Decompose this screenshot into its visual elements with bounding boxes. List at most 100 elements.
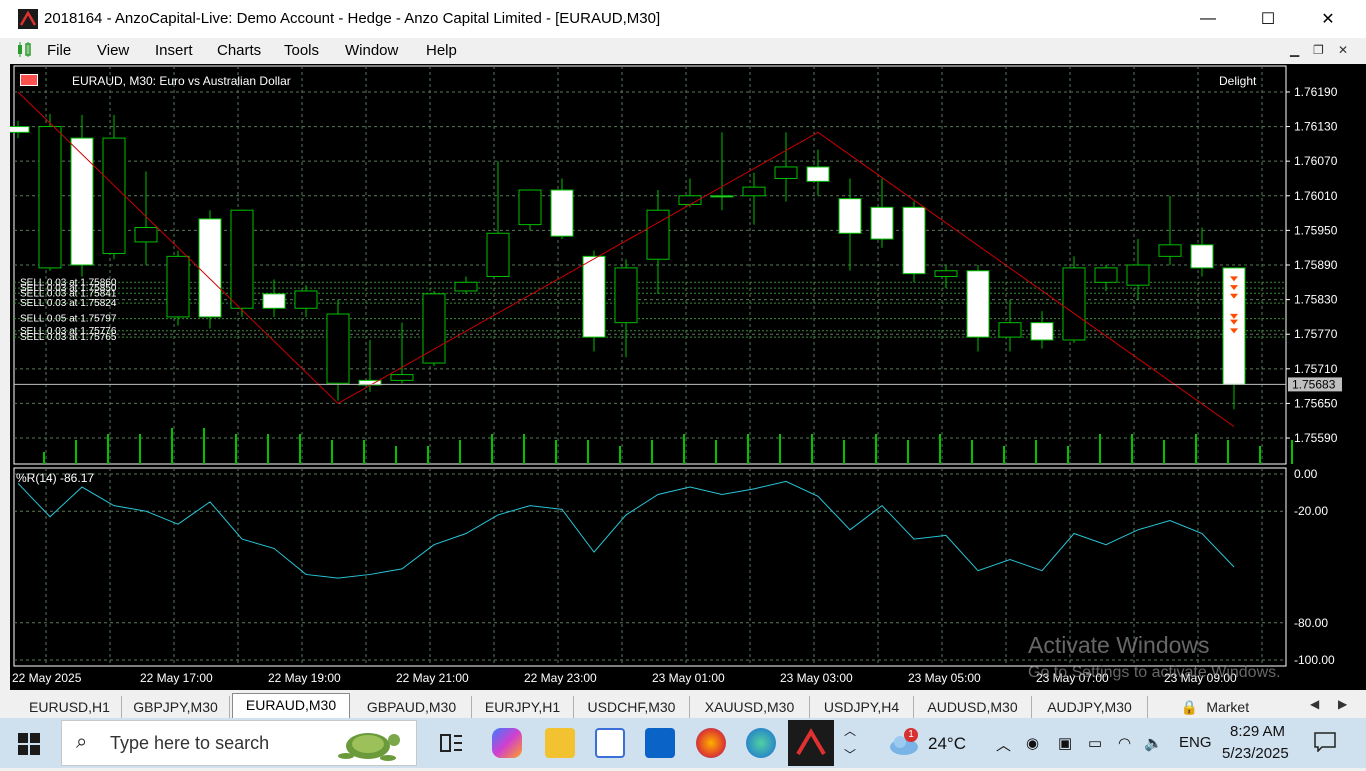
bullish-candle	[742, 186, 766, 197]
menu-charts[interactable]: Charts	[217, 42, 261, 59]
menu-help[interactable]: Help	[426, 42, 457, 59]
time-axis-label: 22 May 23:00	[524, 671, 597, 685]
bearish-candle	[70, 137, 94, 266]
maximize-button[interactable]: ☐	[1238, 0, 1298, 38]
menu-insert[interactable]: Insert	[155, 42, 193, 59]
expert-advisor-label: Delight	[1219, 74, 1257, 88]
title-bar: 2018164 - AnzoCapital-Live: Demo Account…	[0, 0, 1366, 38]
edge-icon[interactable]	[746, 728, 776, 758]
tab-xauusd-m30[interactable]: XAUUSD,M30	[690, 696, 810, 718]
bullish-candle	[1062, 267, 1086, 341]
bearish-candle	[198, 218, 222, 318]
task-view-icon[interactable]	[436, 728, 466, 758]
price-tick-label: 1.76010	[1294, 189, 1338, 203]
chart-type-icon	[20, 74, 38, 86]
bullish-candle	[1094, 267, 1118, 283]
chart-canvas[interactable]: 1.76190 1.76130 1.76070 1.76010 1.75950 1.758…	[6, 64, 1366, 690]
bullish-candle	[38, 126, 62, 269]
time-axis-label: 22 May 17:00	[140, 671, 213, 685]
tray-meet-icon[interactable]: ▣	[1058, 734, 1072, 752]
tab-market[interactable]: 🔒 Market	[1160, 696, 1270, 718]
battery-icon[interactable]: ▭	[1088, 734, 1102, 752]
minimize-button[interactable]: —	[1178, 0, 1238, 38]
menu-file[interactable]: File	[47, 42, 71, 59]
tab-gbpaud-m30[interactable]: GBPAUD,M30	[352, 696, 472, 718]
time-axis-label: 23 May 01:00	[652, 671, 725, 685]
copilot-icon[interactable]	[492, 728, 522, 758]
price-tick-label: 1.75650	[1294, 396, 1338, 410]
tray-security-icon[interactable]: ◉	[1026, 734, 1039, 752]
menu-tools[interactable]: Tools	[284, 42, 319, 59]
lock-icon: 🔒	[1180, 699, 1199, 715]
taskbar-overflow-up-icon[interactable]: ︿	[844, 722, 856, 739]
bullish-candle	[230, 209, 254, 309]
indicator-label: %R(14) -86.17	[16, 471, 94, 485]
tab-market-label: Market	[1206, 699, 1250, 715]
clock-time[interactable]: 8:29 AM	[1230, 723, 1285, 740]
tab-gbpjpy-m30[interactable]: GBPJPY,M30	[122, 696, 230, 718]
file-explorer-icon[interactable]	[545, 728, 575, 758]
price-tick-label: 1.76190	[1294, 85, 1338, 99]
bullish-candle	[1126, 264, 1150, 286]
bullish-candle	[518, 189, 542, 226]
taskbar-overflow-down-icon[interactable]: ﹀	[844, 746, 856, 763]
tab-usdjpy-h4[interactable]: USDJPY,H4	[810, 696, 914, 718]
chart-close-icon[interactable]: ✕	[1338, 43, 1348, 57]
weather-temperature[interactable]: 24°C	[928, 734, 966, 754]
firefox-icon[interactable]	[696, 728, 726, 758]
metatrader-taskbar-icon[interactable]	[788, 720, 834, 766]
order-label: SELL 0.03 at 1.75824	[20, 298, 117, 309]
chart-window[interactable]: 1.76190 1.76130 1.76070 1.76010 1.75950 1.758…	[6, 64, 1366, 690]
language-indicator[interactable]: ENG	[1179, 734, 1212, 751]
bullish-candle	[294, 290, 318, 309]
search-icon: ⌕	[76, 731, 88, 753]
activation-watermark-subtitle: Go to Settings to activate Windows.	[1028, 664, 1281, 681]
tab-eurusd-h1[interactable]: EURUSD,H1	[18, 696, 122, 718]
outlook-icon[interactable]	[645, 728, 675, 758]
bearish-candle	[262, 293, 286, 309]
bullish-candle	[454, 281, 478, 292]
bullish-candle	[326, 313, 350, 384]
time-axis-label: 23 May 03:00	[780, 671, 853, 685]
tabs-scroll-left-icon[interactable]: ◀	[1310, 697, 1319, 711]
bullish-candle	[646, 209, 670, 260]
notifications-icon[interactable]	[1314, 732, 1336, 753]
activation-watermark-title: Activate Windows	[1028, 632, 1210, 658]
microsoft-store-icon[interactable]	[595, 728, 625, 758]
time-axis-label: 22 May 2025	[12, 671, 82, 685]
close-button[interactable]: ✕	[1298, 0, 1358, 38]
menu-view[interactable]: View	[97, 42, 129, 59]
wifi-icon[interactable]: ◠	[1118, 734, 1131, 752]
chart-title: EURAUD, M30: Euro vs Australian Dollar	[72, 74, 291, 88]
volume-icon[interactable]: 🔈	[1144, 734, 1163, 752]
tab-eurjpy-h1[interactable]: EURJPY,H1	[472, 696, 574, 718]
tab-usdchf-m30[interactable]: USDCHF,M30	[574, 696, 690, 718]
clock-date[interactable]: 5/23/2025	[1222, 745, 1289, 762]
bearish-candle	[806, 166, 830, 182]
search-input[interactable]: Type here to search	[110, 733, 269, 754]
current-price-label: 1.75683	[1292, 377, 1336, 391]
bearish-candle	[838, 198, 862, 234]
bullish-candle	[934, 270, 958, 278]
tray-chevron-icon[interactable]: ︿	[996, 734, 1011, 755]
bullish-candle	[486, 232, 510, 278]
price-tick-label: 1.75770	[1294, 327, 1338, 341]
bullish-candle	[390, 374, 414, 381]
bearish-candle	[710, 195, 734, 198]
bearish-candle	[1030, 322, 1054, 341]
menu-window[interactable]: Window	[345, 42, 398, 59]
chart-window-icon[interactable]	[16, 42, 34, 58]
indicator-tick-label: -80.00	[1294, 616, 1328, 630]
bearish-candle	[902, 206, 926, 275]
windows-start-icon[interactable]	[18, 733, 40, 755]
bullish-candle	[998, 322, 1022, 338]
tab-euraud-m30[interactable]: EURAUD,M30	[232, 693, 350, 718]
menu-bar	[0, 38, 1366, 64]
chart-restore-icon[interactable]: ❐	[1313, 43, 1324, 57]
tab-audjpy-m30[interactable]: AUDJPY,M30	[1032, 696, 1148, 718]
price-tick-label: 1.75830	[1294, 293, 1338, 307]
chart-minimize-icon[interactable]: ▁	[1290, 43, 1299, 57]
tabs-scroll-right-icon[interactable]: ▶	[1338, 697, 1347, 711]
tab-audusd-m30[interactable]: AUDUSD,M30	[914, 696, 1032, 718]
williams-r-line	[17, 480, 1235, 579]
